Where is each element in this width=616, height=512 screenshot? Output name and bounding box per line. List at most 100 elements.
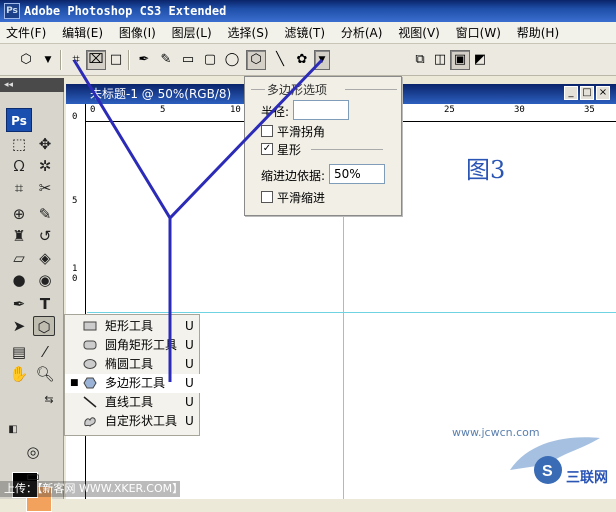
combine-exclude-icon[interactable]: ◩ xyxy=(470,50,490,70)
history-brush-tool-icon[interactable]: ↺ xyxy=(34,226,56,246)
paint-bucket-tool-icon[interactable]: ◈ xyxy=(34,248,56,268)
eraser-tool-icon[interactable]: ▱ xyxy=(8,248,30,268)
flyout-item-label: 矩形工具 xyxy=(105,319,154,333)
polygon-shape-icon[interactable]: ⬡ xyxy=(246,50,266,70)
maximize-icon[interactable]: □ xyxy=(580,86,594,100)
smooth-corners-checkbox[interactable] xyxy=(261,125,273,137)
menu-view[interactable]: 视图(V) xyxy=(392,22,446,44)
menu-select[interactable]: 选择(S) xyxy=(222,22,275,44)
document-title: 未标题-1 @ 50%(RGB/8) xyxy=(90,87,232,101)
dodge-tool-icon[interactable]: ◉ xyxy=(34,270,56,290)
zoom-tool-icon[interactable]: 🔍︎ xyxy=(34,364,56,384)
close-icon[interactable]: × xyxy=(596,86,610,100)
paths-icon[interactable]: ⌧ xyxy=(86,50,106,70)
flyout-shortcut: U xyxy=(185,338,194,352)
tool-preset-polygon-icon[interactable]: ⬡ xyxy=(16,50,36,70)
flyout-shortcut: U xyxy=(185,319,194,333)
menu-window[interactable]: 窗口(W) xyxy=(450,22,507,44)
flyout-item-custom-shape[interactable]: 自定形状工具 U xyxy=(65,412,201,431)
divider xyxy=(311,149,383,150)
combine-add-icon[interactable]: ⧉ xyxy=(410,50,430,70)
menu-filter[interactable]: 滤镜(T) xyxy=(278,22,331,44)
menu-edit[interactable]: 编辑(E) xyxy=(56,22,109,44)
radius-label: 半径: xyxy=(261,105,290,119)
vertical-ruler: 0 5 1 0 1 5 xyxy=(66,104,86,499)
flyout-item-line[interactable]: 直线工具 U xyxy=(65,393,201,412)
ellipse-icon xyxy=(83,359,97,369)
swap-colors-icon[interactable]: ⇆ xyxy=(38,390,60,410)
active-bullet-icon: ■ xyxy=(70,378,79,388)
blur-tool-icon[interactable]: ● xyxy=(8,270,30,290)
smooth-indents-checkbox[interactable] xyxy=(261,191,273,203)
notes-tool-icon[interactable]: ▤ xyxy=(8,342,30,362)
pen-tool-icon[interactable]: ✒ xyxy=(8,294,30,314)
tool-preset-dropdown-icon[interactable]: ▼ xyxy=(38,50,58,70)
line-shape-icon[interactable]: ╲ xyxy=(270,50,290,70)
menu-analysis[interactable]: 分析(A) xyxy=(335,22,389,44)
menu-image[interactable]: 图像(I) xyxy=(113,22,162,44)
path-selection-tool-icon[interactable]: ➤ xyxy=(8,316,30,336)
upload-credit: 上传：【新客网 WWW.XKER.COM】 xyxy=(0,481,183,497)
polygon-icon xyxy=(83,377,97,389)
custom-shape-icon xyxy=(84,417,96,427)
brush-tool-icon[interactable]: ✎ xyxy=(34,204,56,224)
menu-file[interactable]: 文件(F) xyxy=(0,22,52,44)
indent-sides-input[interactable]: 50% xyxy=(329,164,385,184)
polygon-tool-icon[interactable]: ⬡ xyxy=(33,316,55,336)
healing-brush-tool-icon[interactable]: ⊕ xyxy=(8,204,30,224)
magic-wand-tool-icon[interactable]: ✲ xyxy=(34,156,56,176)
divider xyxy=(60,50,61,70)
combine-intersect-icon[interactable]: ▣ xyxy=(450,50,470,70)
crop-tool-icon[interactable]: ⌗ xyxy=(8,178,30,198)
watermark-brand: 三联网 xyxy=(566,470,608,486)
smooth-corners-label: 平滑拐角 xyxy=(277,125,326,139)
rectangle-shape-icon[interactable]: ▭ xyxy=(178,50,198,70)
default-colors-icon[interactable]: ◧ xyxy=(2,420,24,440)
flyout-item-polygon[interactable]: ■ 多边形工具 U xyxy=(65,374,201,393)
flyout-item-rectangle[interactable]: 矩形工具 U xyxy=(65,317,201,336)
freeform-pen-icon[interactable]: ✎ xyxy=(156,50,176,70)
options-bar: ⬡ ▼ ⌗ ⌧ □ ✒ ✎ ▭ ▢ ◯ ⬡ ╲ ✿ ▼ 边: 5 ⧉ ◫ ▣ ◩ xyxy=(0,44,616,114)
flyout-shortcut: U xyxy=(185,395,194,409)
flyout-item-rounded-rectangle[interactable]: 圆角矩形工具 U xyxy=(65,336,201,355)
indent-sides-label: 缩进边依据: xyxy=(261,169,326,183)
ruler-label: 25 xyxy=(444,105,455,115)
flyout-shortcut: U xyxy=(185,357,194,371)
flyout-item-ellipse[interactable]: 椭圆工具 U xyxy=(65,355,201,374)
menu-help[interactable]: 帮助(H) xyxy=(511,22,565,44)
divider xyxy=(345,89,397,90)
horizontal-guide xyxy=(87,312,616,313)
fill-pixels-icon[interactable]: □ xyxy=(106,50,126,70)
quick-mask-icon[interactable]: ◎ xyxy=(22,442,44,462)
hand-tool-icon[interactable]: ✋ xyxy=(8,364,30,384)
title-bar: Ps Adobe Photoshop CS3 Extended xyxy=(0,0,616,22)
star-checkbox[interactable]: ✓ xyxy=(261,143,273,155)
combine-subtract-icon[interactable]: ◫ xyxy=(430,50,450,70)
svg-text:S: S xyxy=(542,463,553,480)
ruler-label: 10 xyxy=(230,105,241,115)
menu-layer[interactable]: 图层(L) xyxy=(166,22,218,44)
slice-tool-icon[interactable]: ✂ xyxy=(34,178,56,198)
star-label: 星形 xyxy=(277,143,302,157)
shape-layers-icon[interactable]: ⌗ xyxy=(66,50,86,70)
marquee-tool-icon[interactable]: ⬚ xyxy=(8,134,30,154)
rounded-rectangle-shape-icon[interactable]: ▢ xyxy=(200,50,220,70)
flyout-item-label: 椭圆工具 xyxy=(105,357,154,371)
toolbox-header[interactable]: ◂◂ xyxy=(0,78,64,92)
eyedropper-tool-icon[interactable]: ⁄ xyxy=(34,342,56,362)
divider xyxy=(251,89,265,90)
ellipse-shape-icon[interactable]: ◯ xyxy=(222,50,242,70)
radius-input[interactable] xyxy=(293,100,349,120)
flyout-shortcut: U xyxy=(185,414,194,428)
pen-tool-icon[interactable]: ✒ xyxy=(134,50,154,70)
flyout-shortcut: U xyxy=(185,376,194,390)
ruler-label: 1 xyxy=(72,264,78,274)
lasso-tool-icon[interactable]: ᘯ xyxy=(8,156,30,176)
toolbox: ◂◂ Ps ⬚ ✥ ᘯ ✲ ⌗ ✂ ⊕ ✎ ♜ ↺ ▱ ◈ ● ◉ ✒ T ➤ … xyxy=(0,78,64,512)
custom-shape-icon[interactable]: ✿ xyxy=(292,50,312,70)
type-tool-icon[interactable]: T xyxy=(34,294,56,314)
geometry-options-dropdown-icon[interactable]: ▼ xyxy=(314,50,330,70)
clone-stamp-tool-icon[interactable]: ♜ xyxy=(8,226,30,246)
minimize-icon[interactable]: _ xyxy=(564,86,578,100)
move-tool-icon[interactable]: ✥ xyxy=(34,134,56,154)
